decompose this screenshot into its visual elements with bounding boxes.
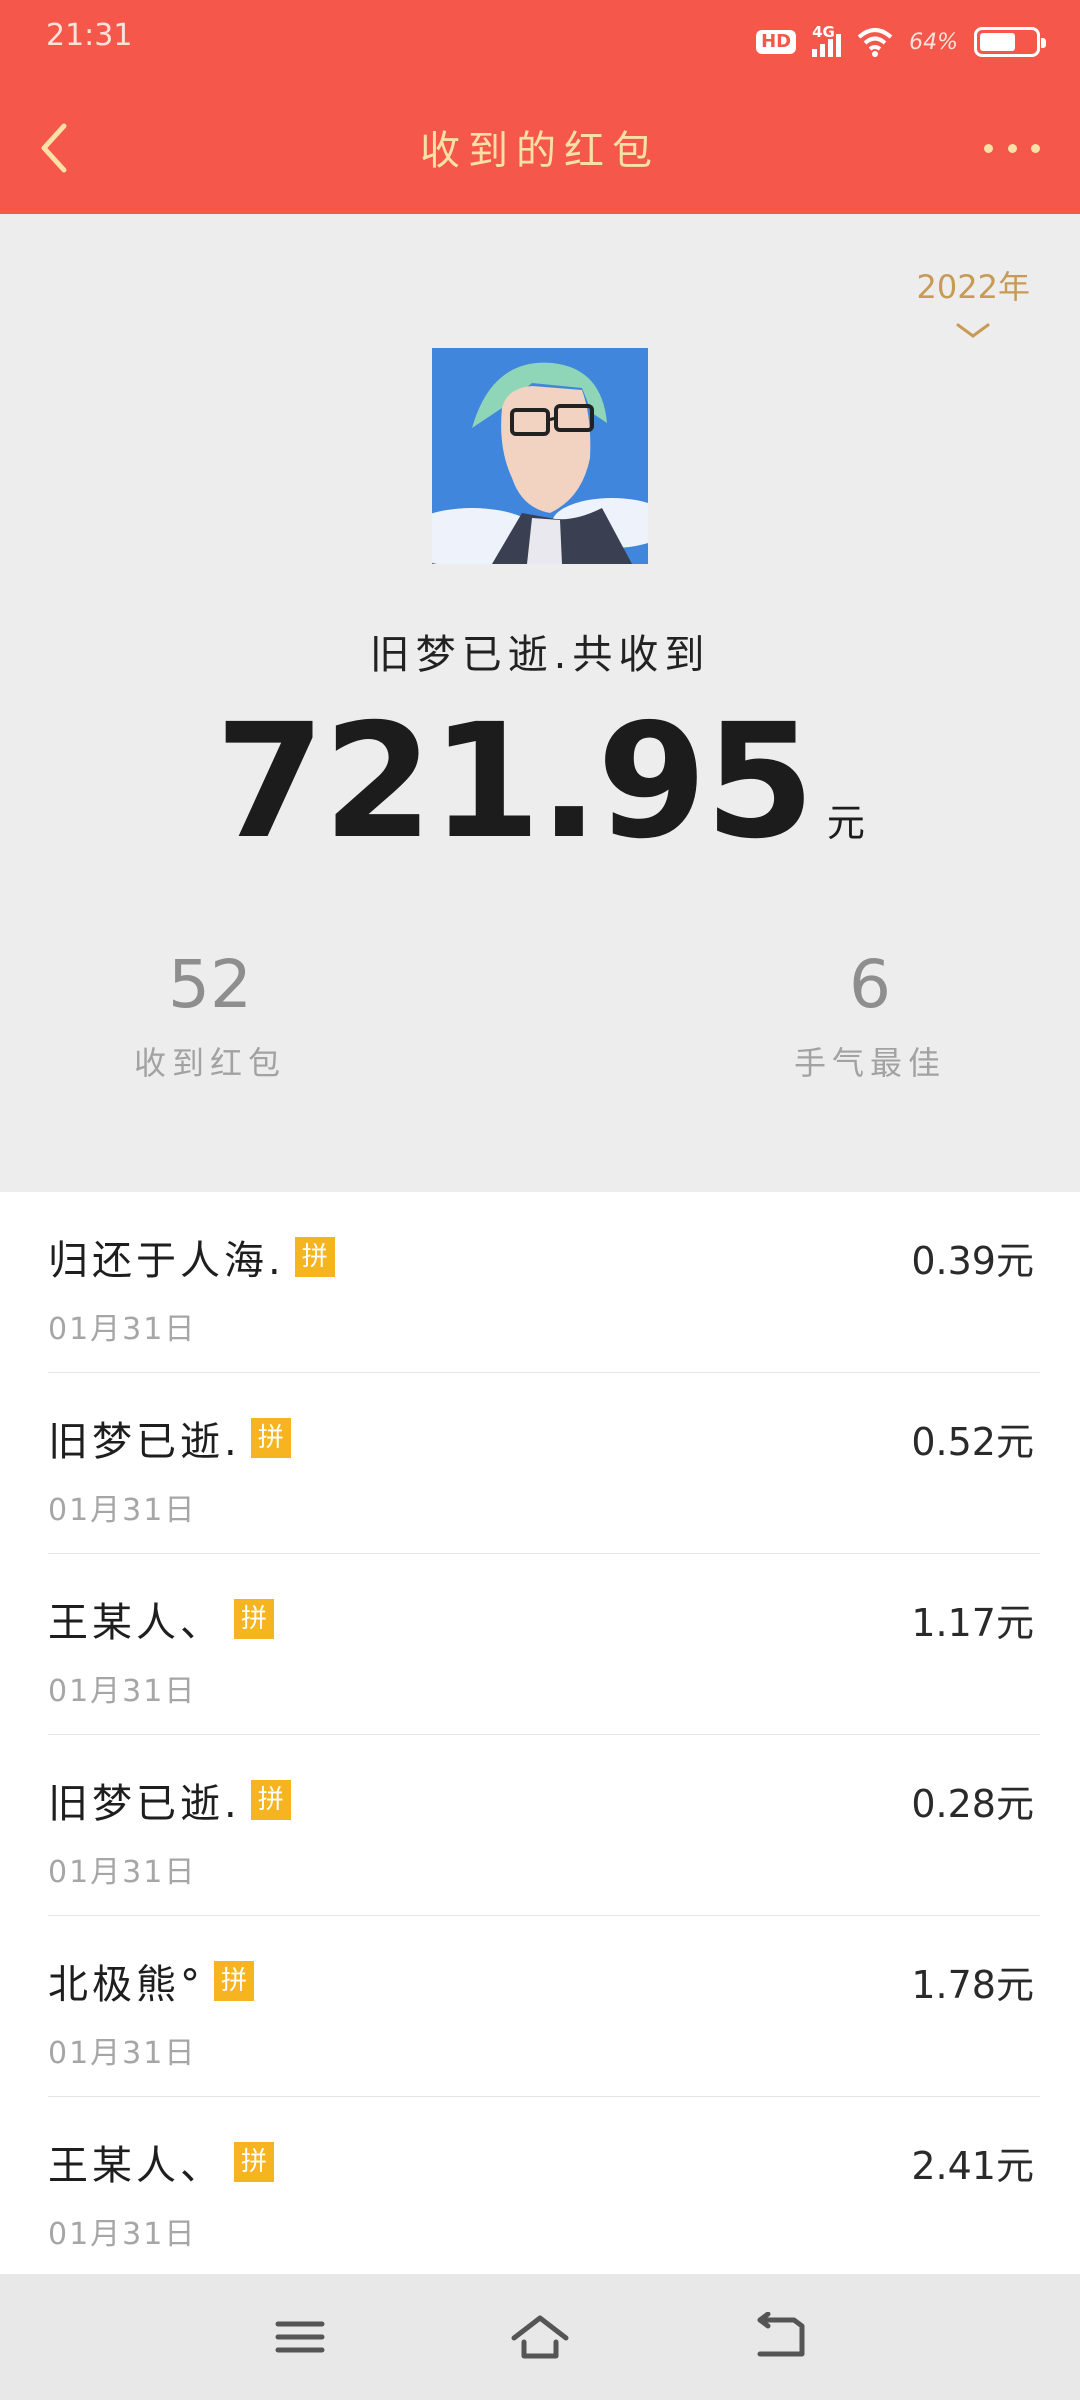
pin-badge: 拼	[250, 1418, 291, 1458]
received-date: 01月31日	[48, 1674, 197, 1709]
page-title: 收到的红包	[420, 128, 660, 174]
battery-percent: 64%	[909, 29, 958, 55]
received-amount: 1.17元	[911, 1601, 1034, 1645]
received-date: 01月31日	[48, 2036, 197, 2071]
home-icon	[511, 2315, 569, 2359]
more-dots-icon	[984, 143, 993, 153]
system-nav-bar	[0, 2274, 1080, 2400]
pin-badge: 拼	[234, 2142, 274, 2182]
received-amount: 2.41元	[911, 2144, 1034, 2188]
status-time: 21:31	[46, 18, 133, 53]
list-item[interactable]: 王某人、拼 01月31日 2.41元	[48, 2097, 1040, 2274]
received-amount: 0.28元	[911, 1782, 1034, 1826]
hd-icon: HD	[756, 30, 797, 54]
menu-button[interactable]	[270, 2312, 330, 2362]
received-amount: 1.78元	[911, 1963, 1034, 2007]
owner-label: 旧梦已逝.共收到	[369, 632, 711, 678]
received-date: 01月31日	[48, 1493, 197, 1528]
stat-received: 52 收到红包	[60, 950, 360, 1084]
best-luck-label: 手气最佳	[793, 1044, 946, 1082]
status-icons: HD 4G 64%	[756, 22, 1046, 62]
sender-name: 王某人、	[48, 2143, 224, 2189]
sender-name: 归还于人海.	[48, 1238, 285, 1284]
hamburger-icon	[275, 2321, 325, 2353]
sender-name: 王某人、	[48, 1600, 224, 1646]
sender-name: 旧梦已逝.	[48, 1419, 241, 1465]
battery-icon	[974, 27, 1046, 57]
network-type: 4G	[812, 23, 835, 41]
received-date: 01月31日	[48, 1855, 197, 1890]
received-amount: 0.39元	[911, 1239, 1034, 1283]
list-item[interactable]: 王某人、拼 01月31日 1.17元	[48, 1554, 1040, 1735]
home-button[interactable]	[510, 2312, 570, 2362]
year-label: 2022年	[916, 268, 1030, 306]
back-nav-button[interactable]	[750, 2311, 810, 2362]
red-packet-list: 归还于人海. 拼 01月31日 0.39元 旧梦已逝. 拼 01月31日 0.52元…	[0, 1192, 1080, 2274]
list-item[interactable]: 北极熊° 拼 01月31日 1.78元	[48, 1916, 1040, 2097]
return-icon	[757, 2311, 805, 2357]
header-bar: 21:31 HD 4G 64% 收到的红包	[0, 0, 1080, 214]
sender-name: 旧梦已逝.	[48, 1781, 241, 1827]
received-date: 01月31日	[48, 1312, 197, 1347]
received-amount: 0.52元	[911, 1420, 1034, 1464]
list-item[interactable]: 旧梦已逝. 拼 01月31日 0.28元	[48, 1735, 1040, 1916]
list-item[interactable]: 归还于人海. 拼 01月31日 0.39元	[48, 1192, 1040, 1373]
sender-name: 北极熊°	[48, 1962, 204, 2008]
chevron-down-icon	[956, 323, 990, 338]
pin-badge: 拼	[250, 1780, 291, 1820]
list-item[interactable]: 旧梦已逝. 拼 01月31日 0.52元	[48, 1373, 1040, 1554]
wifi-icon	[857, 28, 893, 57]
avatar-image	[432, 348, 648, 564]
pin-badge: 拼	[294, 1237, 335, 1277]
total-currency: 元	[826, 801, 865, 845]
received-date: 01月31日	[48, 2217, 197, 2252]
total-amount: 721.95	[215, 690, 815, 874]
received-count: 52	[168, 946, 252, 1023]
pin-badge: 拼	[234, 1599, 274, 1639]
avatar	[432, 348, 648, 564]
signal-4g-icon: 4G	[812, 23, 842, 57]
pin-badge: 拼	[214, 1961, 254, 2001]
received-label: 收到红包	[133, 1044, 286, 1082]
more-button[interactable]	[984, 140, 1040, 156]
stat-best-luck: 6 手气最佳	[720, 950, 1020, 1084]
best-luck-count: 6	[849, 946, 891, 1023]
total-received: 721.95 元	[0, 690, 1080, 874]
year-selector[interactable]: 2022年	[917, 262, 1030, 340]
